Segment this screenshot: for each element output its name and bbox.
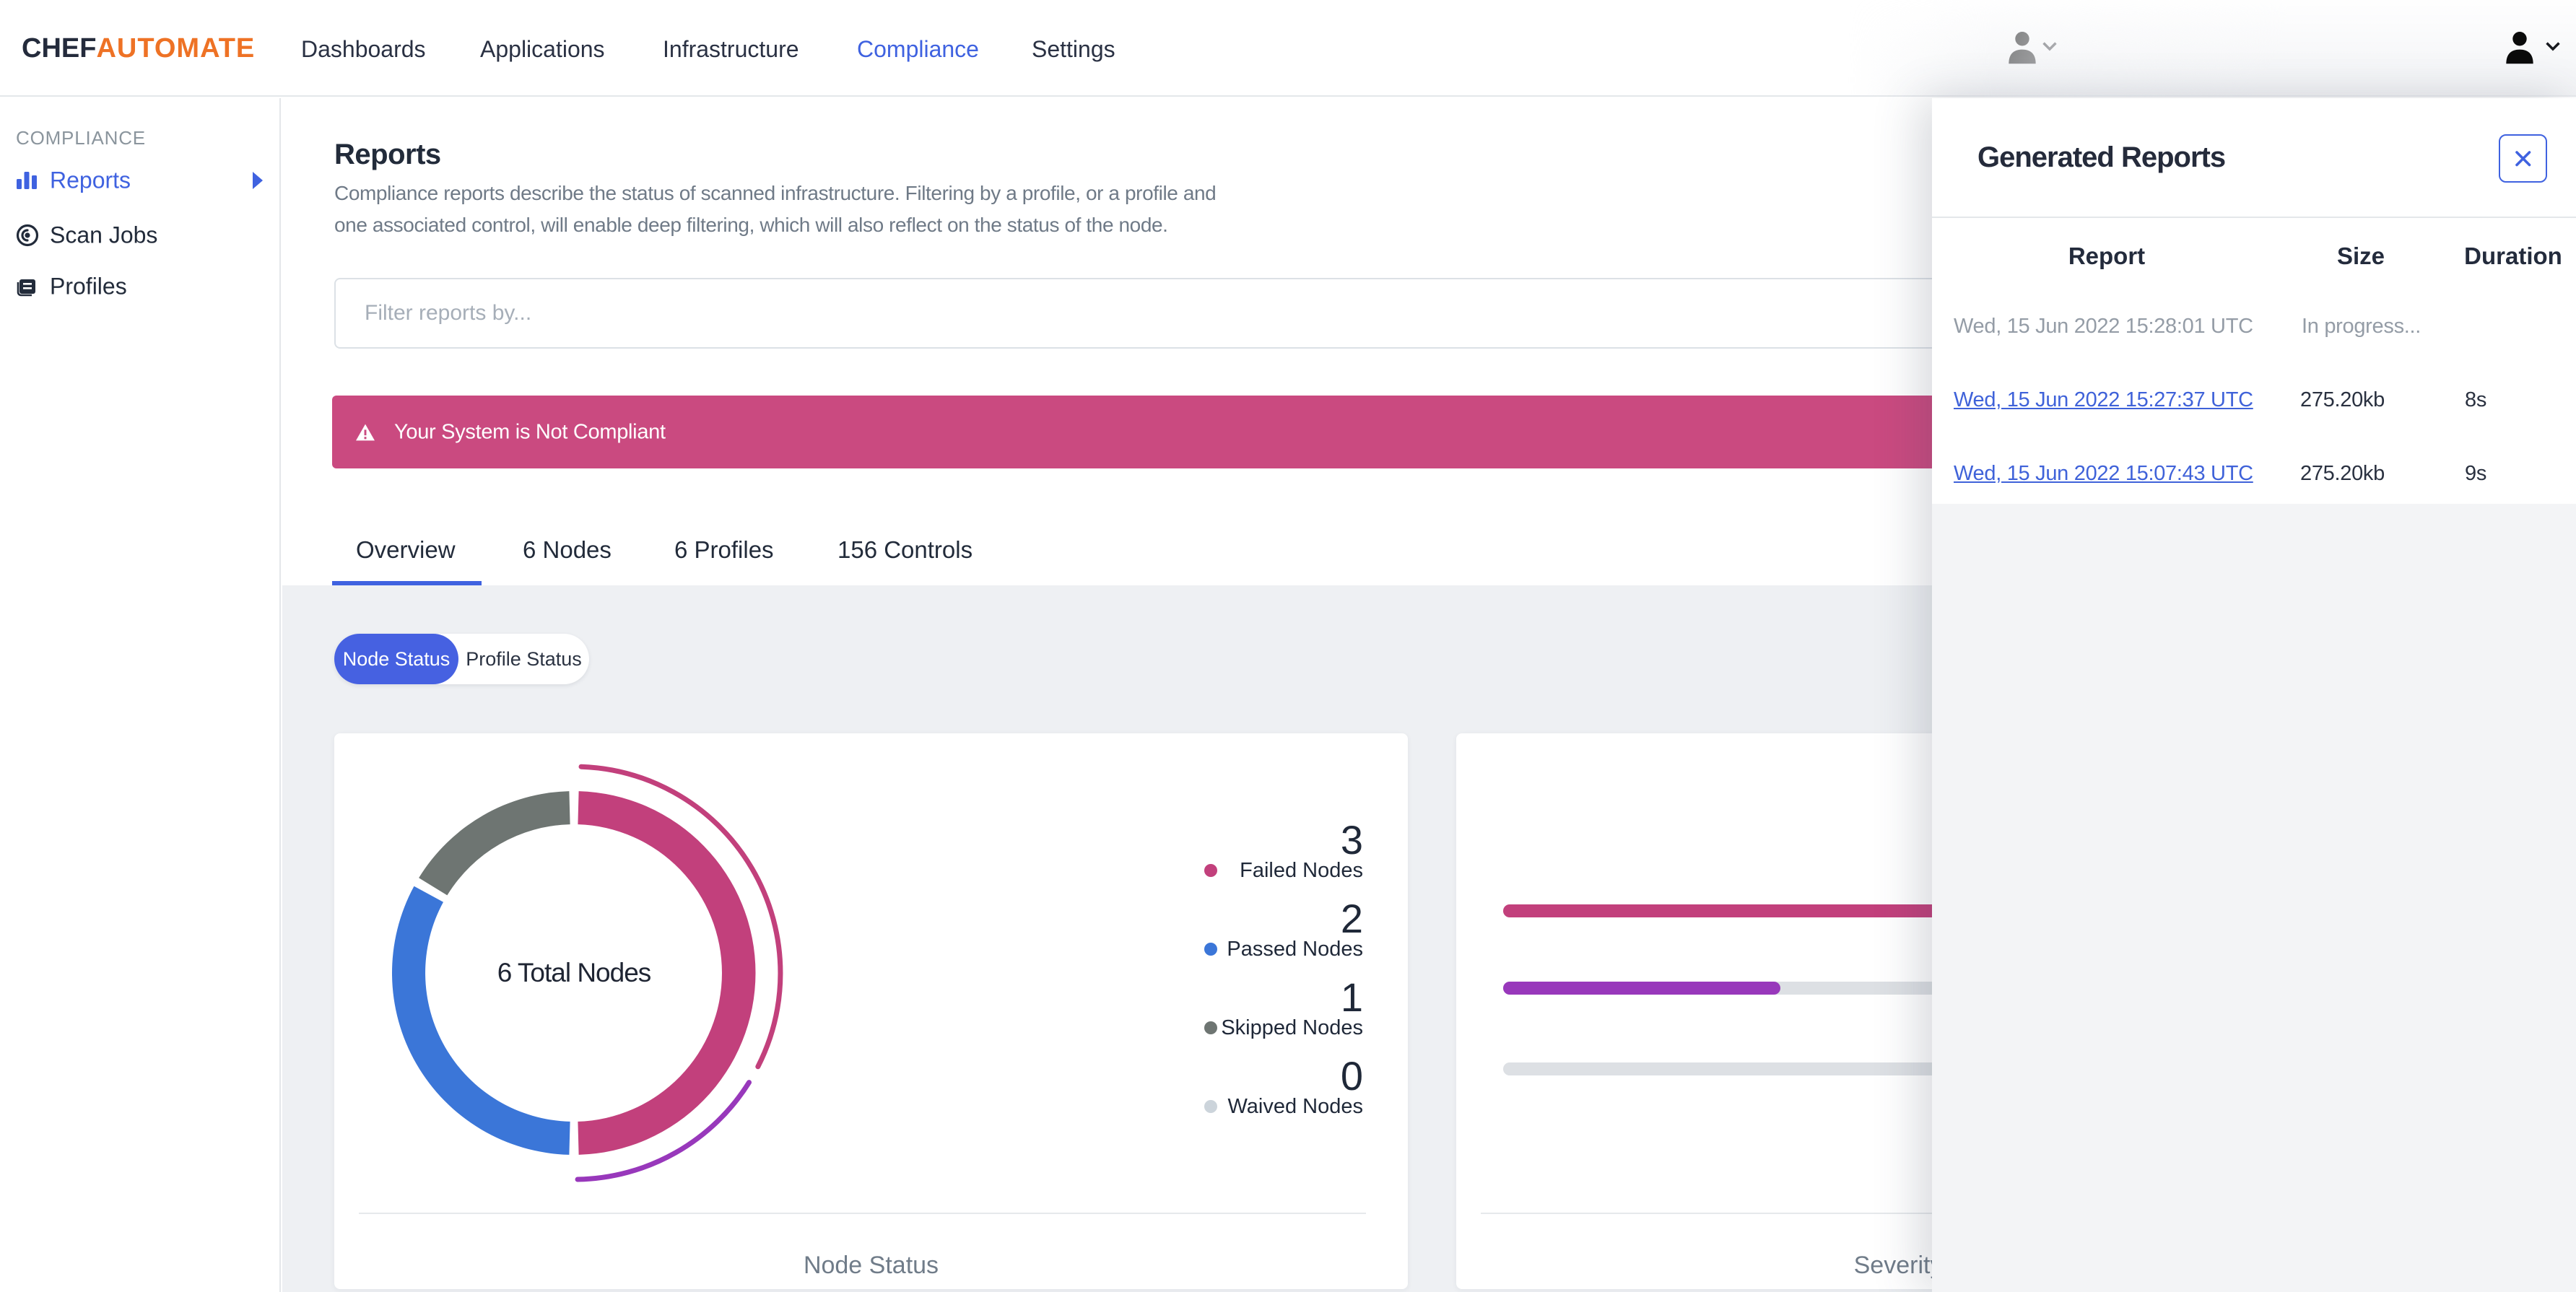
svg-text:6 Total Nodes: 6 Total Nodes bbox=[497, 958, 651, 987]
